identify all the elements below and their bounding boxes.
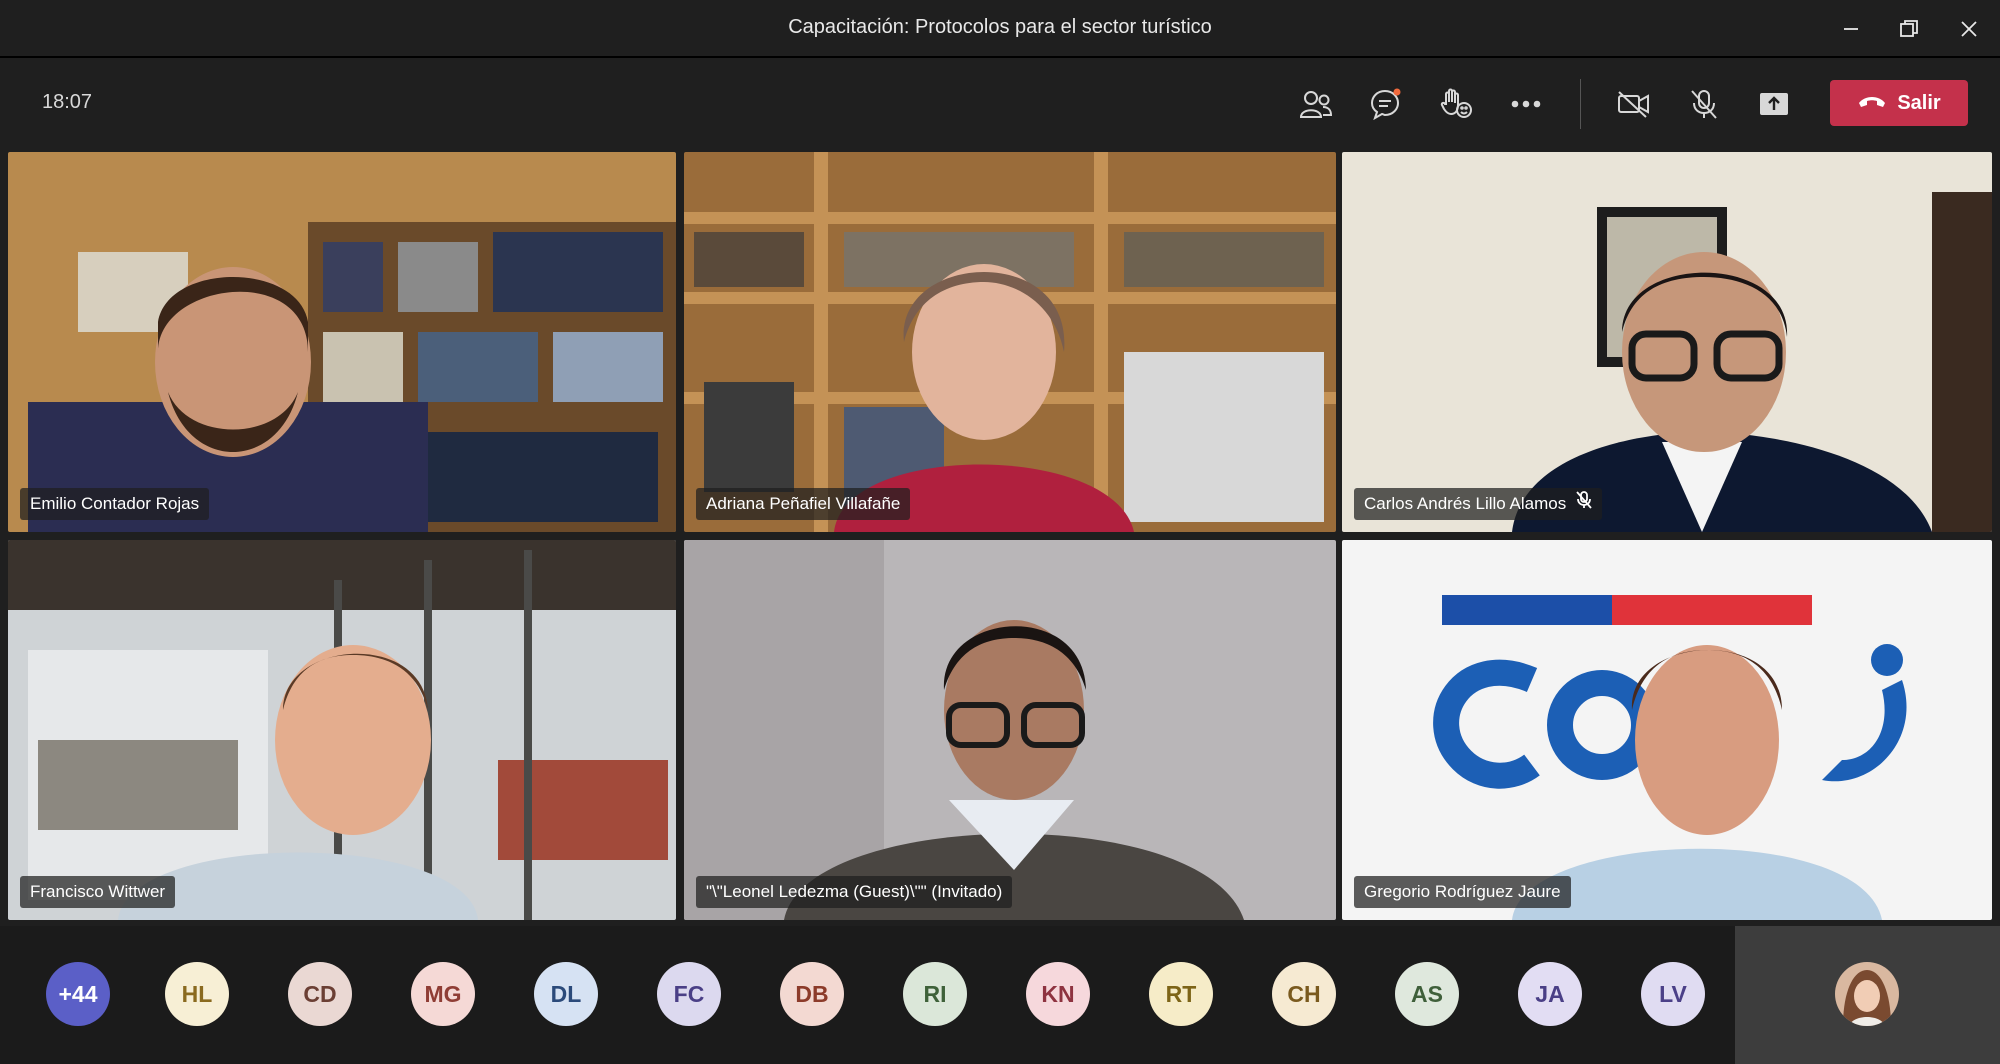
- participant-avatar[interactable]: CH: [1272, 962, 1336, 1026]
- participant-name-tag: Francisco Wittwer: [20, 876, 176, 908]
- title-bar: Capacitación: Protocolos para el sector …: [0, 0, 2000, 58]
- leave-label: Salir: [1897, 91, 1941, 114]
- restore-icon[interactable]: [1884, 10, 1934, 48]
- self-avatar: [1835, 962, 1899, 1026]
- video-feed-4: [8, 540, 676, 920]
- participant-avatar[interactable]: RT: [1149, 962, 1213, 1026]
- leave-button[interactable]: Salir: [1830, 80, 1968, 126]
- meeting-timer: 18:07: [42, 91, 93, 113]
- reactions-icon[interactable]: [1432, 82, 1480, 126]
- participant-avatar[interactable]: DL: [534, 962, 598, 1026]
- participant-avatar[interactable]: DB: [780, 962, 844, 1026]
- camera-off-icon[interactable]: [1610, 82, 1658, 126]
- chat-icon[interactable]: [1362, 82, 1410, 126]
- minimize-icon[interactable]: [1826, 10, 1876, 48]
- toolbar-separator: [1580, 79, 1581, 129]
- meeting-toolbar: 18:07 Salir: [0, 60, 2000, 148]
- video-tile-2[interactable]: Adriana Peñafiel Villafañe: [684, 152, 1336, 532]
- share-screen-icon[interactable]: [1750, 82, 1798, 126]
- participant-strip: +44 HL CD MG DL FC DB RI KN RT CH AS JA …: [0, 926, 2000, 1064]
- overflow-participants-button[interactable]: +44: [46, 962, 110, 1026]
- video-feed-1: [8, 152, 676, 532]
- mic-muted-icon: [1576, 488, 1592, 520]
- video-feed-3: [1342, 152, 1992, 532]
- participant-avatar[interactable]: JA: [1518, 962, 1582, 1026]
- video-feed-2: [684, 152, 1336, 532]
- participants-icon[interactable]: [1292, 82, 1340, 126]
- participant-avatar[interactable]: FC: [657, 962, 721, 1026]
- participant-avatar[interactable]: HL: [165, 962, 229, 1026]
- self-preview-tile[interactable]: [1735, 926, 2000, 1064]
- participant-avatar[interactable]: AS: [1395, 962, 1459, 1026]
- video-grid: Emilio Contador Rojas Adriana Peñafiel V…: [8, 152, 1992, 922]
- participant-avatar[interactable]: CD: [288, 962, 352, 1026]
- participant-name-tag: Gregorio Rodríguez Jaure: [1354, 876, 1571, 908]
- video-tile-3[interactable]: Carlos Andrés Lillo Alamos: [1342, 152, 1992, 532]
- participant-name-tag: Carlos Andrés Lillo Alamos: [1354, 488, 1603, 520]
- video-tile-6[interactable]: Gregorio Rodríguez Jaure: [1342, 540, 1992, 920]
- video-feed-6: [1342, 540, 1992, 920]
- participant-avatar[interactable]: LV: [1641, 962, 1705, 1026]
- participant-avatar[interactable]: RI: [903, 962, 967, 1026]
- video-feed-5: [684, 540, 1336, 920]
- mic-off-icon[interactable]: [1680, 82, 1728, 126]
- more-icon[interactable]: [1502, 82, 1550, 126]
- video-tile-1[interactable]: Emilio Contador Rojas: [8, 152, 676, 532]
- participant-avatar[interactable]: KN: [1026, 962, 1090, 1026]
- participant-avatar[interactable]: MG: [411, 962, 475, 1026]
- window-title: Capacitación: Protocolos para el sector …: [788, 16, 1212, 38]
- video-tile-4[interactable]: Francisco Wittwer: [8, 540, 676, 920]
- close-icon[interactable]: [1944, 10, 1994, 48]
- phone-hangup-icon: [1857, 92, 1887, 115]
- participant-name-tag: "\"Leonel Ledezma (Guest)\"" (Invitado): [696, 876, 1013, 908]
- participant-name-tag: Adriana Peñafiel Villafañe: [696, 488, 911, 520]
- video-tile-5[interactable]: "\"Leonel Ledezma (Guest)\"" (Invitado): [684, 540, 1336, 920]
- participant-name-tag: Emilio Contador Rojas: [20, 488, 210, 520]
